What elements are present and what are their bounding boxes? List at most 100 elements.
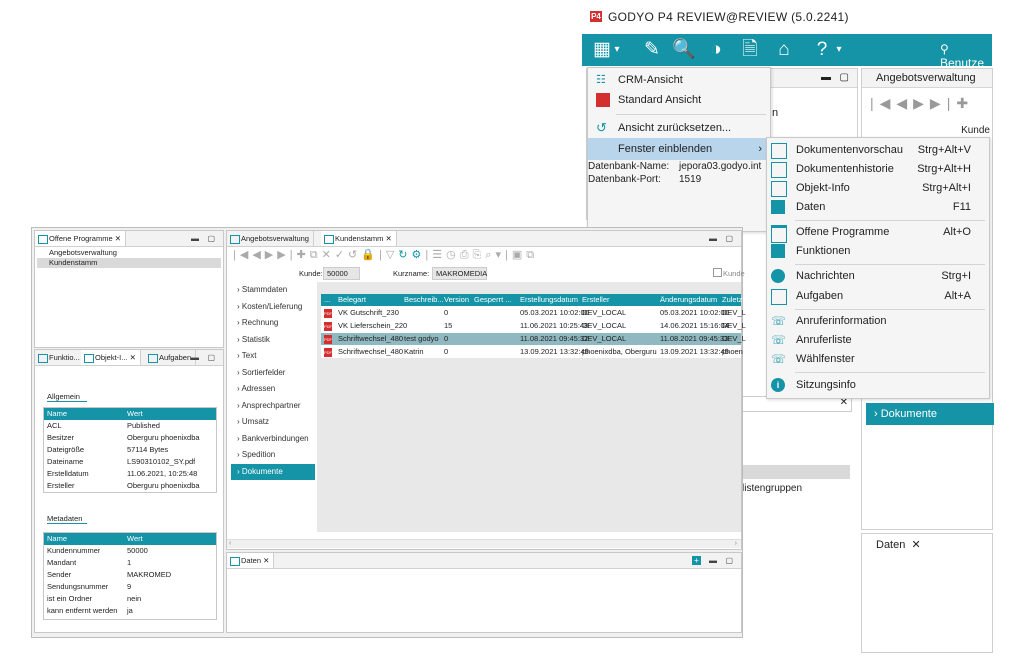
menu-item-crm-ansicht[interactable]: ☷ CRM-Ansicht	[588, 70, 770, 90]
maximize-icon[interactable]: ▢	[207, 350, 215, 365]
close-icon[interactable]: ✕	[911, 539, 920, 551]
table-row[interactable]: Erstelldatum 11.06.2021, 10:25:48	[44, 468, 216, 479]
column-header[interactable]: Beschreib...	[401, 294, 444, 306]
nav-item[interactable]: › Text	[231, 348, 315, 365]
pie-chart-icon[interactable]: ◑	[704, 38, 728, 62]
table-row[interactable]: Mandant 1	[44, 557, 216, 568]
column-header[interactable]: Ersteller	[579, 294, 610, 306]
user-menu[interactable]: ⚲ Benutze	[940, 42, 992, 70]
close-icon[interactable]: ✕	[115, 234, 121, 243]
minimize-icon[interactable]: ▬	[709, 553, 717, 568]
navigation-icons[interactable]: |◀◀▶▶|✚	[870, 95, 974, 112]
menu-item-sitzungsinfo[interactable]: i Sitzungsinfo	[767, 375, 989, 395]
maximize-icon[interactable]: ▢	[725, 553, 733, 568]
nav-item[interactable]: › Spedition	[231, 447, 315, 464]
menu-item-dokumentenhistorie[interactable]: Dokumentenhistorie Strg+Alt+H	[767, 159, 989, 179]
table-row[interactable]: Kundennummer 50000	[44, 545, 216, 556]
table-row[interactable]: Sender MAKROMED	[44, 569, 216, 580]
kunde-label: Kunde:	[299, 269, 323, 278]
nav-item[interactable]: › Statistik	[231, 332, 315, 349]
minimize-icon[interactable]: ▬	[821, 69, 831, 87]
functions-icon	[38, 354, 48, 363]
nav-item[interactable]: › Rechnung	[231, 315, 315, 332]
menu-item-offene-programme[interactable]: Offene Programme Alt+O	[767, 222, 989, 243]
menu-item-standard-ansicht[interactable]: Standard Ansicht	[588, 90, 770, 110]
horizontal-scrollbar[interactable]: ‹ ›	[227, 539, 741, 548]
tab-aufgaben[interactable]: Aufgaben	[145, 350, 197, 365]
maximize-icon[interactable]: ▢	[840, 69, 849, 87]
help-icon[interactable]: ?	[810, 38, 834, 62]
help-chevron-icon[interactable]: ▾	[834, 38, 844, 62]
menu-item-aufgaben[interactable]: Aufgaben Alt+A	[767, 286, 989, 306]
menu-item-daten[interactable]: Daten F11	[767, 197, 989, 217]
table-row[interactable]: PDF Schriftwechsel_480 Katrin 0 13.09.2021 1…	[321, 346, 743, 358]
table-row[interactable]: Dateigröße 57114 Bytes	[44, 444, 216, 455]
menu-item-waehlfenster[interactable]: ☏ Wählfenster	[767, 349, 989, 369]
kurzname-field[interactable]: MAKROMEDIA	[432, 267, 487, 280]
minimize-icon[interactable]: ▬	[191, 350, 199, 365]
menu-item-fenster-einblenden[interactable]: Fenster einblenden ›	[588, 138, 770, 160]
dokumente-nav-item[interactable]: › Dokumente	[866, 403, 994, 425]
table-row[interactable]: PDF Schriftwechsel_480 test godyo 0 11.08.20…	[321, 333, 746, 345]
column-header[interactable]: Änderungsdatum	[657, 294, 717, 306]
column-header[interactable]: ...	[321, 294, 330, 306]
tab-angebotsverwaltung[interactable]: Angebotsverwaltung	[862, 69, 992, 88]
table-row[interactable]: Sendungsnummer 9	[44, 581, 216, 592]
nav-item[interactable]: › Sortierfelder	[231, 365, 315, 382]
table-row[interactable]: ist ein Ordner nein	[44, 593, 216, 604]
table-row[interactable]: ACL Published	[44, 420, 216, 431]
menu-item-dokumentenvorschau[interactable]: Dokumentenvorschau Strg+Alt+V	[767, 140, 989, 160]
kunde-checkbox[interactable]	[713, 268, 722, 277]
nav-item[interactable]: › Kosten/Lieferung	[231, 299, 315, 316]
minimize-icon[interactable]: ▬	[709, 231, 717, 246]
edit-icon[interactable]: ✎	[640, 38, 664, 62]
maximize-icon[interactable]: ▢	[725, 231, 733, 246]
column-header[interactable]: Version	[441, 294, 469, 306]
menu-item-funktionen[interactable]: Funktionen	[767, 241, 989, 261]
menu-item-objekt-info[interactable]: Objekt-Info Strg+Alt+I	[767, 178, 989, 198]
tab-objekt-info[interactable]: Objekt-I... ✕	[81, 350, 141, 365]
document-search-icon[interactable]: 🗎	[738, 38, 762, 62]
nav-item[interactable]: › Ansprechpartner	[231, 398, 315, 415]
table-row[interactable]: Besitzer Oberguru phoenixdba	[44, 432, 216, 443]
column-header[interactable]: Erstellungsdatum	[517, 294, 578, 306]
column-header[interactable]: Gesperrt ...	[471, 294, 512, 306]
chevron-down-icon[interactable]: ▾	[612, 38, 622, 62]
camera-icon[interactable]: ⌂	[772, 38, 796, 62]
nav-item[interactable]: › Bankverbindungen	[231, 431, 315, 448]
table-row[interactable]: Ersteller Oberguru phoenixdba	[44, 480, 216, 491]
nav-item[interactable]: › Umsatz	[231, 414, 315, 431]
nav-item[interactable]: › Stammdaten	[231, 282, 315, 299]
nav-item[interactable]: › Adressen	[231, 381, 315, 398]
close-icon[interactable]: ✕	[130, 353, 136, 362]
tab-angebotsverwaltung[interactable]: Angebotsverwaltung	[227, 231, 314, 246]
record-toolbar[interactable]: |◀◀▶▶|✚⧉✕✓↺🔒|▽↻⚙|☰◷⎙⎘⌕▾|▣⧉	[233, 248, 538, 262]
kunde-field[interactable]: 50000	[323, 267, 360, 280]
menu-item-anruferinformation[interactable]: ☏ Anruferinformation	[767, 311, 989, 331]
nav-item[interactable]: › Dokumente	[231, 463, 315, 480]
menu-item-ansicht-zuruecksetzen[interactable]: ↺ Ansicht zurücksetzen...	[588, 118, 770, 138]
table-row[interactable]: PDF VK Lieferschein_220 15 11.06.2021 10:25…	[321, 320, 746, 332]
table-row[interactable]: PDF VK Gutschrift_230 0 05.03.2021 10:02:00…	[321, 307, 746, 319]
column-header[interactable]: Belegart	[335, 294, 366, 306]
table-row[interactable]: Dateiname LS90310102_SY.pdf	[44, 456, 216, 467]
tab-kundenstamm[interactable]: Kundenstamm ✕	[321, 231, 397, 246]
list-item[interactable]: Kundenstamm	[37, 258, 221, 268]
tab-funktionen[interactable]: Funktio...	[35, 350, 85, 365]
maximize-icon[interactable]: ▢	[207, 231, 215, 246]
menu-item-nachrichten[interactable]: Nachrichten Strg+I	[767, 266, 989, 286]
tab-offene-programme[interactable]: Offene Programme ✕	[35, 231, 127, 246]
add-icon[interactable]: +	[692, 556, 701, 565]
tab-daten[interactable]: Daten ✕	[227, 553, 275, 568]
close-icon[interactable]: ✕	[263, 556, 269, 565]
layout-menu-icon[interactable]: ▦	[590, 38, 614, 62]
list-item[interactable]: Angebotsverwaltung	[37, 248, 221, 258]
column-header[interactable]: Zuletz	[719, 294, 742, 306]
refresh-icon[interactable]: ↻⚙	[398, 249, 425, 261]
table-row[interactable]: kann entfernt werden ja	[44, 605, 216, 616]
tab-daten[interactable]: Daten ✕	[862, 534, 921, 556]
search-icon[interactable]: 🔍	[672, 38, 696, 62]
minimize-icon[interactable]: ▬	[191, 231, 199, 246]
menu-item-anruferliste[interactable]: ☏ Anruferliste	[767, 330, 989, 350]
close-icon[interactable]: ✕	[385, 234, 391, 243]
